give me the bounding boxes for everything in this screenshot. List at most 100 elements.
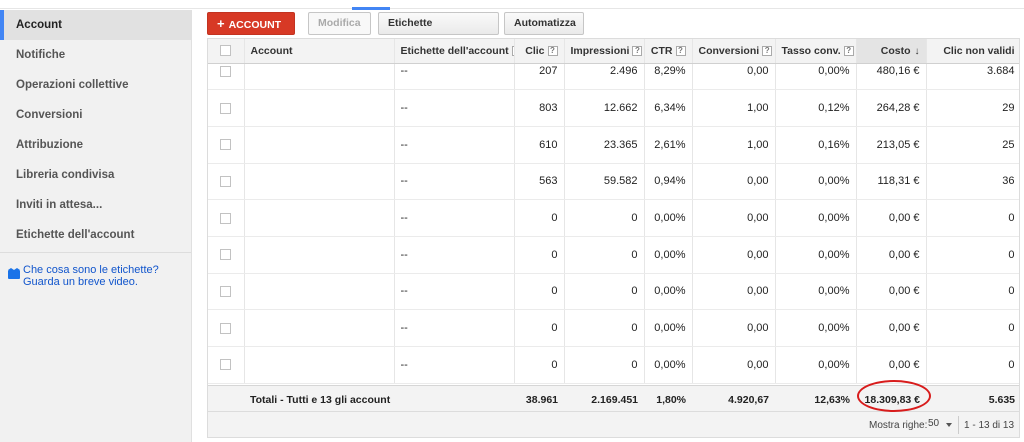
account-cell[interactable] bbox=[244, 199, 395, 237]
conv-rate-cell: 0,00% bbox=[775, 236, 857, 274]
totals-ctr: 1,80% bbox=[656, 394, 687, 406]
ctr-cell: 0,94% bbox=[644, 163, 693, 201]
row-checkbox[interactable] bbox=[220, 322, 232, 334]
col-header-account[interactable]: Account bbox=[244, 39, 395, 64]
select-all-checkbox-cell bbox=[208, 39, 245, 64]
sidebar-item-inviti-in-attesa[interactable]: Inviti in attesa... bbox=[0, 190, 191, 220]
labels-cell: -- bbox=[394, 346, 515, 384]
invalid-clicks-cell: 0 bbox=[926, 273, 1019, 311]
row-checkbox-cell bbox=[208, 163, 245, 201]
col-header-conversions-label: Conversioni bbox=[698, 44, 760, 57]
account-cell[interactable] bbox=[244, 163, 395, 201]
conv-rate-cell: 0,00% bbox=[775, 199, 857, 237]
col-header-conv-rate[interactable]: Tasso conv.? bbox=[775, 39, 857, 64]
table-footer: Mostra righe: 50 1 - 13 di 13 bbox=[207, 412, 1020, 438]
sidebar-item-account[interactable]: Account bbox=[0, 10, 191, 40]
invalid-clicks-cell: 0 bbox=[926, 309, 1019, 347]
row-checkbox[interactable] bbox=[220, 139, 232, 151]
conversions-cell: 1,00 bbox=[692, 89, 776, 127]
impressions-cell: 0 bbox=[564, 199, 645, 237]
account-cell[interactable] bbox=[244, 126, 395, 164]
clic-cell: 0 bbox=[514, 346, 565, 384]
cost-cell: 0,00 € bbox=[856, 346, 927, 384]
totals-label: Totali - Tutti e 13 gli account bbox=[250, 394, 391, 406]
col-header-invalid-clicks-label: Clic non validi bbox=[943, 44, 1015, 57]
col-header-conversions[interactable]: Conversioni? bbox=[692, 39, 776, 64]
sidebar-item-conversioni[interactable]: Conversioni bbox=[0, 100, 191, 130]
col-header-ctr[interactable]: CTR? bbox=[644, 39, 693, 64]
account-cell[interactable] bbox=[244, 309, 395, 347]
labels-cell: -- bbox=[394, 126, 515, 164]
sidebar-item-attribuzione[interactable]: Attribuzione bbox=[0, 130, 191, 160]
totals-spacer bbox=[208, 386, 244, 411]
cost-highlight-circle bbox=[857, 380, 931, 412]
select-all-checkbox[interactable] bbox=[220, 45, 232, 57]
account-cell[interactable] bbox=[244, 236, 395, 274]
account-labels-button[interactable]: Etichette dell'account bbox=[378, 12, 499, 50]
account-cell[interactable] bbox=[244, 273, 395, 311]
row-checkbox-cell bbox=[208, 346, 245, 384]
row-checkbox[interactable] bbox=[220, 249, 232, 261]
conv-rate-cell: 0,16% bbox=[775, 126, 857, 164]
totals-clic: 38.961 bbox=[525, 394, 559, 406]
account-cell[interactable] bbox=[244, 89, 395, 127]
table-row: -- 0 0 0,00% 0,00 0,00% 0,00 €0 bbox=[208, 236, 1019, 274]
automate-button[interactable]: Automatizza bbox=[504, 12, 584, 47]
row-checkbox[interactable] bbox=[220, 286, 232, 298]
col-header-impressions[interactable]: Impressioni? bbox=[564, 39, 645, 64]
totals-conversions: 4.920,67 bbox=[728, 394, 770, 406]
modifica-button[interactable]: Modifica bbox=[308, 12, 371, 47]
sidebar-item-libreria-condivisa[interactable]: Libreria condivisa bbox=[0, 160, 191, 190]
row-checkbox[interactable] bbox=[220, 65, 232, 77]
conv-rate-cell: 0,00% bbox=[775, 346, 857, 384]
table-row: -- 0 0 0,00% 0,00 0,00% 0,00 €0 bbox=[208, 273, 1019, 311]
conv-rate-cell: 0,00% bbox=[775, 273, 857, 311]
plus-icon: + bbox=[217, 16, 225, 31]
clic-cell: 0 bbox=[514, 199, 565, 237]
help-icon[interactable]: ? bbox=[675, 45, 686, 56]
help-icon[interactable]: ? bbox=[843, 45, 854, 56]
invalid-clicks-cell: 29 bbox=[926, 89, 1019, 127]
sidebar-item-etichette-dell-account[interactable]: Etichette dell'account bbox=[0, 220, 191, 250]
help-icon[interactable]: ? bbox=[762, 45, 773, 56]
conv-rate-cell: 0,00% bbox=[775, 163, 857, 201]
row-checkbox[interactable] bbox=[220, 102, 232, 114]
row-checkbox[interactable] bbox=[220, 212, 232, 224]
table-row: -- 0 0 0,00% 0,00 0,00% 0,00 €0 bbox=[208, 309, 1019, 347]
invalid-clicks-cell: 0 bbox=[926, 199, 1019, 237]
help-icon[interactable]: ? bbox=[632, 45, 643, 56]
conv-rate-cell: 0,12% bbox=[775, 89, 857, 127]
row-checkbox[interactable] bbox=[220, 176, 232, 187]
help-icon[interactable]: ? bbox=[547, 45, 558, 56]
invalid-clicks-cell: 0 bbox=[926, 236, 1019, 274]
labels-cell: -- bbox=[394, 199, 515, 237]
col-header-labels-label: Etichette dell'account bbox=[400, 44, 509, 57]
ctr-cell: 2,61% bbox=[644, 126, 693, 164]
impressions-cell: 0 bbox=[564, 236, 645, 274]
ctr-cell: 0,00% bbox=[644, 346, 693, 384]
col-header-cost[interactable]: Costo ↓ bbox=[856, 39, 927, 64]
account-cell[interactable] bbox=[244, 346, 395, 384]
sidebar-item-operazioni-collettive[interactable]: Operazioni collettive bbox=[0, 70, 191, 100]
help-video-link[interactable]: Che cosa sono le etichette? Guarda un br… bbox=[23, 264, 183, 288]
totals-conv-rate: 12,63% bbox=[814, 394, 851, 406]
clic-cell: 803 bbox=[514, 89, 565, 127]
row-checkbox[interactable] bbox=[220, 359, 232, 371]
add-account-label: ACCOUNT bbox=[228, 19, 282, 31]
labels-cell: -- bbox=[394, 309, 515, 347]
table-header: Account Etichette dell'account? Clic? Im… bbox=[208, 39, 1019, 64]
sidebar-item-notifiche[interactable]: Notifiche bbox=[0, 40, 191, 70]
row-checkbox-cell bbox=[208, 126, 245, 164]
cost-cell: 0,00 € bbox=[856, 199, 927, 237]
row-checkbox-cell bbox=[208, 273, 245, 311]
col-header-labels[interactable]: Etichette dell'account? bbox=[394, 39, 515, 64]
clic-cell: 0 bbox=[514, 236, 565, 274]
col-header-clic[interactable]: Clic? bbox=[514, 39, 565, 64]
conversions-cell: 0,00 bbox=[692, 309, 776, 347]
conversions-cell: 0,00 bbox=[692, 199, 776, 237]
add-account-button[interactable]: + ACCOUNT bbox=[207, 12, 295, 49]
col-header-invalid-clicks[interactable]: Clic non validi bbox=[926, 39, 1019, 64]
row-checkbox-cell bbox=[208, 199, 245, 237]
table-body: -- 207 2.496 8,29% 0,00 0,00% 480,16 €3.684 -- 8… bbox=[208, 53, 1019, 384]
col-header-cost-label: Costo bbox=[880, 44, 911, 57]
